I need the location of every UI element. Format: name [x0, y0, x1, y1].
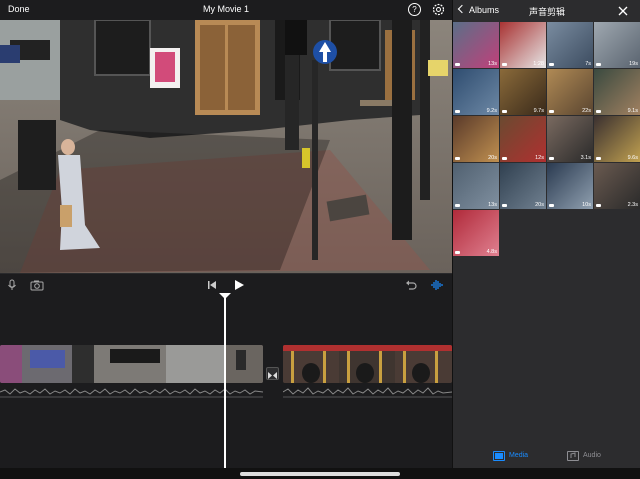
media-tab-icon[interactable]: [493, 451, 505, 461]
media-thumbnail[interactable]: 13s: [453, 163, 499, 209]
media-thumbnail[interactable]: 12s: [500, 116, 546, 162]
transition-icon[interactable]: [266, 367, 279, 380]
media-thumbnail[interactable]: 9.7s: [500, 69, 546, 115]
undo-icon[interactable]: [405, 279, 417, 291]
media-browser-panel: Albums 声音剪辑 13s 1:28 7s 19s 9.2s 9.7s 22s 9.1s 2…: [452, 0, 640, 468]
thumbnail-duration: 13s: [488, 61, 497, 67]
thumbnail-duration: 2.3s: [627, 202, 638, 208]
media-thumbnail[interactable]: 1:28: [500, 22, 546, 68]
camera-icon[interactable]: [30, 279, 44, 291]
audio-waveform-icon[interactable]: [430, 279, 444, 291]
thumbnail-duration: 3.1s: [580, 155, 591, 161]
timeline-clip[interactable]: [283, 345, 452, 383]
timeline[interactable]: [0, 293, 452, 468]
clip-audio-waveform: [283, 385, 452, 399]
video-viewer[interactable]: [0, 20, 452, 273]
media-thumbnail[interactable]: 9.1s: [594, 69, 640, 115]
thumbnail-duration: 19s: [629, 61, 638, 67]
media-browser-header: Albums 声音剪辑: [453, 0, 640, 22]
media-thumbnail[interactable]: 3.1s: [547, 116, 593, 162]
playhead[interactable]: [224, 295, 226, 468]
video-camera-icon: [596, 157, 601, 160]
imovie-app: Done My Movie 1 ? Albums 声音剪辑 13s 1:28 7…: [0, 0, 640, 479]
thumbnail-duration: 20s: [535, 202, 544, 208]
help-icon[interactable]: ?: [408, 3, 421, 16]
thumbnail-duration: 20s: [488, 155, 497, 161]
top-toolbar: Done My Movie 1 ?: [0, 0, 452, 20]
video-camera-icon: [549, 204, 554, 207]
thumbnail-duration: 13s: [488, 202, 497, 208]
skip-to-start-icon[interactable]: [206, 279, 218, 291]
media-thumbnail[interactable]: 9.2s: [453, 69, 499, 115]
thumbnail-duration: 7s: [585, 61, 591, 67]
media-thumbnail[interactable]: 20s: [500, 163, 546, 209]
media-thumbnail[interactable]: 7s: [547, 22, 593, 68]
video-camera-icon: [502, 157, 507, 160]
video-camera-icon: [502, 110, 507, 113]
media-thumbnail[interactable]: 22s: [547, 69, 593, 115]
video-camera-icon: [549, 110, 554, 113]
thumbnail-duration: 1:28: [533, 61, 544, 67]
media-thumbnail[interactable]: 9.6s: [594, 116, 640, 162]
play-icon[interactable]: [233, 279, 245, 291]
microphone-icon[interactable]: [6, 279, 18, 291]
video-camera-icon: [549, 157, 554, 160]
video-camera-icon: [549, 63, 554, 66]
thumbnail-duration: 9.7s: [533, 108, 544, 114]
playhead-marker[interactable]: [219, 293, 231, 299]
video-camera-icon: [502, 204, 507, 207]
viewer-frame-image: [0, 20, 452, 273]
close-icon[interactable]: [617, 5, 629, 17]
clip-filmstrip: [283, 345, 452, 383]
video-camera-icon: [455, 204, 460, 207]
media-thumbnail[interactable]: 10s: [547, 163, 593, 209]
project-title: My Movie 1: [202, 4, 249, 14]
gear-icon[interactable]: [432, 3, 445, 16]
video-camera-icon: [596, 63, 601, 66]
video-camera-icon: [502, 63, 507, 66]
tab-media[interactable]: Media: [509, 452, 528, 459]
media-thumbnail[interactable]: 20s: [453, 116, 499, 162]
video-camera-icon: [455, 157, 460, 160]
media-thumbnail[interactable]: 4.8s: [453, 210, 499, 256]
video-camera-icon: [455, 110, 460, 113]
video-camera-icon: [455, 251, 460, 254]
thumbnail-duration: 12s: [535, 155, 544, 161]
video-camera-icon: [596, 110, 601, 113]
thumbnail-duration: 22s: [582, 108, 591, 114]
media-thumbnail[interactable]: 13s: [453, 22, 499, 68]
thumbnail-duration: 10s: [582, 202, 591, 208]
thumbnail-duration: 9.2s: [486, 108, 497, 114]
home-indicator[interactable]: [240, 472, 400, 476]
media-thumbnail[interactable]: 19s: [594, 22, 640, 68]
audio-tab-icon[interactable]: [567, 451, 579, 461]
video-camera-icon: [596, 204, 601, 207]
thumbnail-duration: 4.8s: [486, 249, 497, 255]
media-tabs: Media Audio: [453, 446, 640, 468]
media-thumbnail[interactable]: 2.3s: [594, 163, 640, 209]
thumbnail-duration: 9.1s: [627, 108, 638, 114]
tab-audio[interactable]: Audio: [583, 452, 601, 459]
thumbnail-duration: 9.6s: [627, 155, 638, 161]
video-camera-icon: [455, 63, 460, 66]
album-title: 声音剪辑: [528, 7, 565, 17]
playback-controls: [0, 273, 452, 295]
